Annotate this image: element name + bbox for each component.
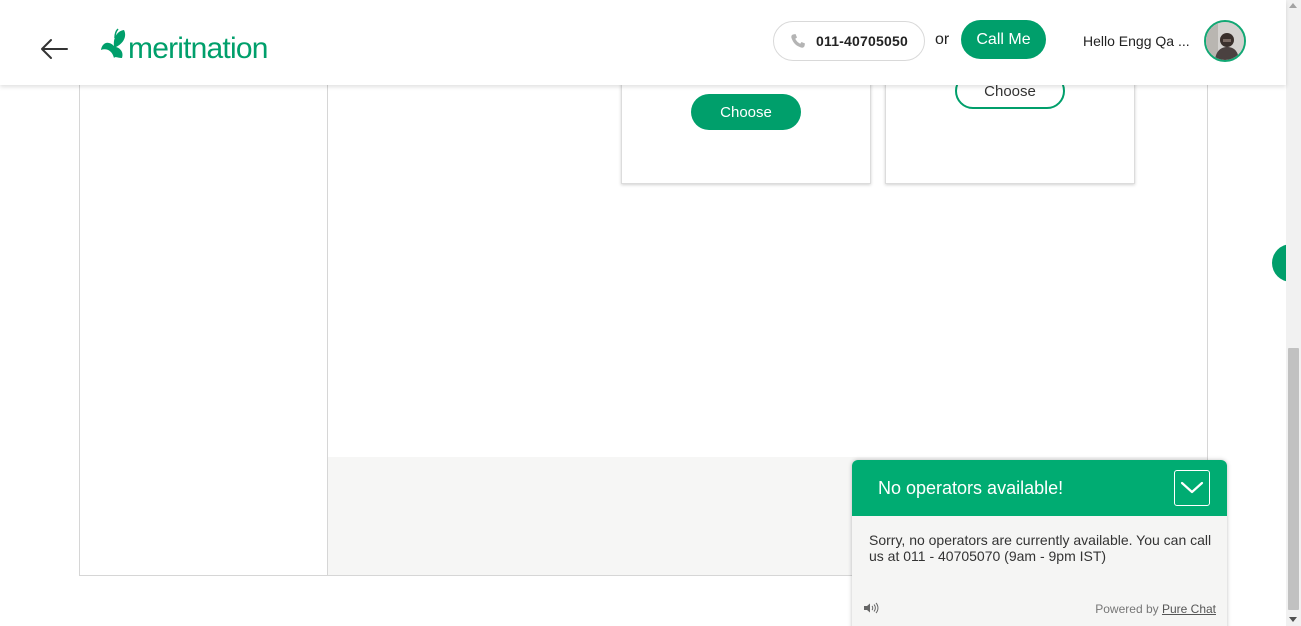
phone-icon [791, 34, 805, 48]
sound-toggle[interactable] [863, 601, 879, 614]
avatar[interactable] [1204, 20, 1246, 62]
arrow-left-icon [41, 39, 68, 59]
powered-by: Powered by Pure Chat [1095, 602, 1216, 616]
chevron-down-icon [1180, 481, 1204, 494]
scrollbar[interactable] [1286, 0, 1301, 626]
left-panel [80, 60, 328, 575]
choose-button-1[interactable]: Choose [691, 94, 801, 130]
chat-widget: No operators available! Sorry, no operat… [852, 460, 1227, 626]
avatar-image [1206, 22, 1244, 60]
chat-message: Sorry, no operators are currently availa… [869, 532, 1212, 564]
header: meritnation 011-40705050 or Call Me Hell… [0, 0, 1286, 85]
scroll-down-arrow-icon[interactable] [1289, 617, 1297, 622]
phone-pill[interactable]: 011-40705050 [773, 21, 925, 61]
back-button[interactable] [38, 34, 70, 64]
chat-collapse-button[interactable] [1174, 470, 1210, 506]
speaker-icon [864, 602, 879, 614]
chat-title: No operators available! [878, 477, 1064, 498]
call-me-button[interactable]: Call Me [961, 20, 1046, 59]
scroll-up-arrow-icon[interactable] [1289, 3, 1297, 8]
user-greeting[interactable]: Hello Engg Qa ... [1083, 33, 1190, 49]
viewport: Choose Choose PROCEED meritnation [0, 0, 1301, 626]
scroll-thumb[interactable] [1288, 348, 1299, 610]
main-area: Choose Choose PROCEED [328, 60, 1301, 457]
pure-chat-link[interactable]: Pure Chat [1162, 602, 1216, 616]
powered-by-prefix: Powered by [1095, 602, 1159, 616]
logo-text: meritnation [128, 32, 268, 65]
or-text: or [935, 31, 950, 48]
logo[interactable]: meritnation [98, 24, 268, 64]
butterfly-icon [101, 28, 126, 58]
phone-number: 011-40705050 [816, 33, 908, 49]
chat-header[interactable]: No operators available! [852, 460, 1227, 516]
